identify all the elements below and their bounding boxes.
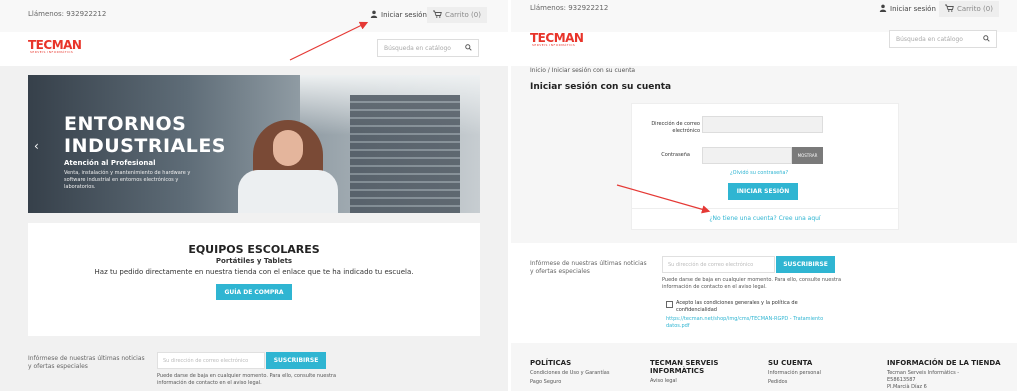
hero-equipment bbox=[350, 95, 460, 213]
hero-person-body bbox=[238, 170, 338, 213]
consent-text: Acepto las condiciones generales y la po… bbox=[676, 300, 798, 313]
top-bar: Llámenos: 932922212 Iniciar sesión Carri… bbox=[511, 0, 1017, 32]
login-link[interactable]: Iniciar sesión bbox=[879, 4, 936, 14]
search-placeholder: Búsqueda en catálogo bbox=[896, 35, 963, 43]
newsletter-placeholder: Su dirección de correo electrónico bbox=[163, 357, 249, 364]
footer-tecman-title: TECMAN SERVEIS INFORMÀTICS bbox=[650, 359, 719, 375]
cart-icon bbox=[433, 10, 442, 20]
newsletter-email-input[interactable]: Su dirección de correo electrónico bbox=[662, 256, 775, 273]
footer-politicas-title: POLÍTICAS bbox=[530, 359, 572, 367]
subscribe-button[interactable]: SUSCRIBIRSE bbox=[266, 352, 326, 369]
search-input[interactable]: Búsqueda en catálogo bbox=[889, 30, 997, 48]
user-icon bbox=[370, 10, 378, 20]
search-placeholder: Búsqueda en catálogo bbox=[384, 44, 451, 52]
footer-link[interactable]: Aviso legal bbox=[650, 378, 677, 385]
login-link[interactable]: Iniciar sesión bbox=[370, 10, 427, 20]
hero-banner[interactable]: ‹ ENTORNOS INDUSTRIALES Atención al Prof… bbox=[28, 75, 480, 213]
newsletter-placeholder: Su dirección de correo electrónico bbox=[668, 261, 754, 268]
phone-text: Llámenos: 932922212 bbox=[530, 4, 609, 12]
top-bar: Llámenos: 932922212 Iniciar sesión Carri… bbox=[0, 0, 508, 32]
footer-cuenta-title: SU CUENTA bbox=[768, 359, 813, 367]
logo-subtitle: SERVEIS INFORMÀTICS bbox=[30, 50, 74, 54]
footer-link[interactable]: Pedidos bbox=[768, 379, 787, 386]
site-header: Llámenos: 932922212 Iniciar sesión Carri… bbox=[511, 0, 1017, 66]
login-page-panel: Llámenos: 932922212 Iniciar sesión Carri… bbox=[511, 0, 1017, 391]
logo-subtitle: SERVEIS INFORMÀTICS bbox=[532, 43, 576, 47]
escolar-section: EQUIPOS ESCOLARES Portátiles y Tablets H… bbox=[28, 223, 480, 336]
hero-person-face bbox=[273, 130, 303, 166]
guia-compra-button[interactable]: GUÍA DE COMPRA bbox=[216, 284, 292, 300]
footer-link[interactable]: Condiciones de Uso y Garantías bbox=[530, 370, 609, 377]
search-icon[interactable] bbox=[983, 34, 990, 44]
hero-title-line2: INDUSTRIALES bbox=[64, 135, 226, 157]
hero-subtitle: Atención al Profesional bbox=[64, 159, 156, 167]
site-footer: POLÍTICAS Condiciones de Uso y Garantías… bbox=[511, 346, 1017, 391]
cart-link[interactable]: Carrito (0) bbox=[939, 1, 999, 17]
newsletter-label: Infórmese de nuestras últimas noticias y… bbox=[28, 355, 145, 370]
footer-store-info: E58613587 bbox=[887, 377, 916, 383]
login-form: Dirección de correo electrónico Contrase… bbox=[631, 103, 899, 230]
cart-label: Carrito (0) bbox=[445, 11, 481, 19]
escolar-description: Haz tu pedido directamente en nuestra ti… bbox=[94, 268, 414, 276]
hero-description: Venta, instalación y mantenimiento de ha… bbox=[64, 170, 191, 190]
password-field[interactable] bbox=[702, 147, 792, 164]
email-label: Dirección de correo electrónico bbox=[651, 121, 700, 134]
footer-store-info: Tecman Serveis Informàtics - bbox=[887, 370, 960, 376]
phone-text: Llámenos: 932922212 bbox=[28, 10, 107, 18]
footer-link[interactable]: Información personal bbox=[768, 370, 821, 377]
subscribe-button[interactable]: SUSCRIBIRSE bbox=[776, 256, 835, 273]
site-header: Llámenos: 932922212 Iniciar sesión Carri… bbox=[0, 0, 508, 66]
cart-icon bbox=[945, 4, 954, 14]
escolar-subtitle: Portátiles y Tablets bbox=[215, 257, 293, 265]
password-label: Contraseña bbox=[661, 152, 690, 158]
consent-checkbox[interactable] bbox=[666, 301, 673, 308]
newsletter-section: Infórmese de nuestras últimas noticias y… bbox=[511, 243, 1017, 343]
footer-tienda-title: INFORMACIÓN DE LA TIENDA bbox=[887, 359, 1001, 367]
hero-title-line1: ENTORNOS bbox=[64, 113, 187, 135]
cart-link[interactable]: Carrito (0) bbox=[427, 7, 487, 23]
form-separator bbox=[632, 208, 898, 209]
carousel-prev-icon[interactable]: ‹ bbox=[34, 139, 39, 153]
newsletter-note: Puede darse de baja en cualquier momento… bbox=[157, 373, 337, 386]
newsletter-label: Infórmese de nuestras últimas noticias y… bbox=[530, 260, 647, 275]
user-icon bbox=[879, 4, 887, 14]
escolar-title: EQUIPOS ESCOLARES bbox=[188, 243, 320, 256]
breadcrumb[interactable]: Inicio / Iniciar sesión con su cuenta bbox=[530, 67, 635, 74]
email-field[interactable] bbox=[702, 116, 823, 133]
cart-label: Carrito (0) bbox=[957, 5, 993, 13]
login-label: Iniciar sesión bbox=[381, 11, 427, 19]
search-input[interactable]: Búsqueda en catálogo bbox=[377, 39, 479, 57]
forgot-password-link[interactable]: ¿Olvidó su contraseña? bbox=[730, 170, 788, 176]
newsletter-email-input[interactable]: Su dirección de correo electrónico bbox=[157, 352, 265, 369]
footer-link[interactable]: Pago Seguro bbox=[530, 379, 561, 386]
show-password-button[interactable]: MOSTRAR bbox=[792, 147, 823, 164]
login-label: Iniciar sesión bbox=[890, 5, 936, 13]
home-page-panel: Llámenos: 932922212 Iniciar sesión Carri… bbox=[0, 0, 508, 391]
newsletter-note: Puede darse de baja en cualquier momento… bbox=[662, 277, 842, 290]
page-title: Iniciar sesión con su cuenta bbox=[530, 82, 672, 92]
login-button[interactable]: INICIAR SESIÓN bbox=[728, 183, 798, 200]
create-account-link[interactable]: ¿No tiene una cuenta? Cree una aquí bbox=[632, 215, 898, 222]
footer-store-info: Pl.Marcià Díaz 6 bbox=[887, 384, 927, 390]
consent-policy-link[interactable]: https://tecman.net/shop/img/cms/TECMAN-R… bbox=[666, 316, 826, 330]
search-icon[interactable] bbox=[465, 43, 472, 53]
